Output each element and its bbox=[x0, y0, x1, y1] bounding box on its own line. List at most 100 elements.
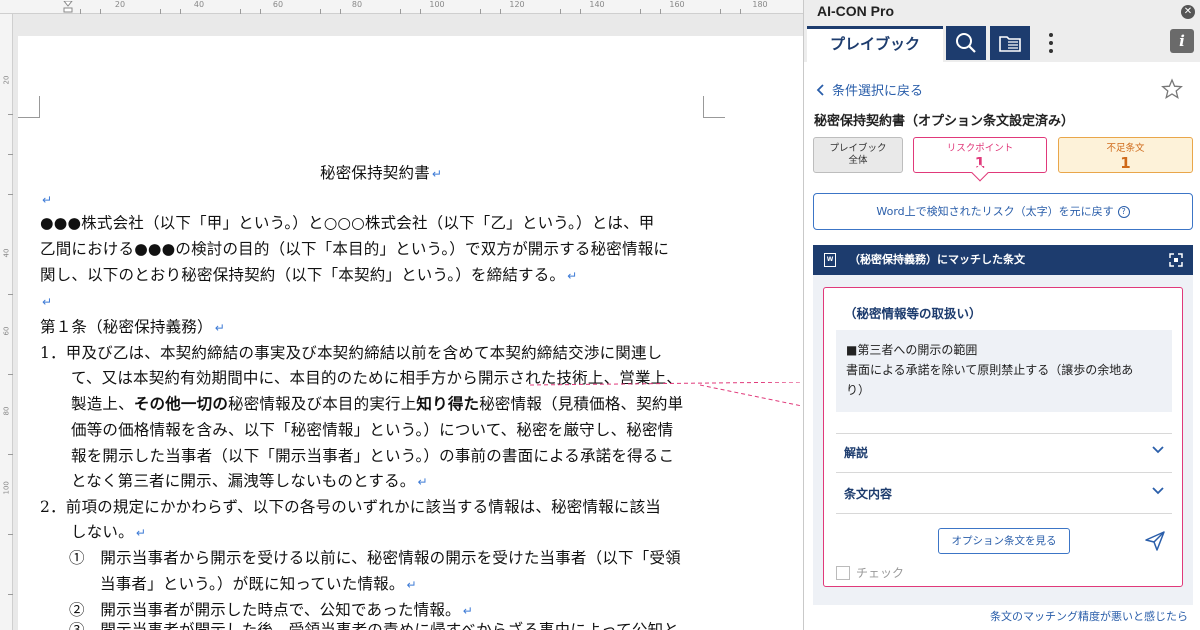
risk-bold-text[interactable]: 知り得た bbox=[416, 395, 479, 413]
summary-line: ■第三者への開示の範囲 bbox=[846, 343, 978, 357]
word-doc-icon: W bbox=[824, 253, 836, 267]
more-options-icon[interactable] bbox=[1044, 30, 1058, 56]
intro-line: 乙間における●●●の検討の目的（以下「本目的」という。）で双方が開示する秘密情報… bbox=[40, 240, 670, 258]
paragraph-mark: ↵ bbox=[42, 193, 53, 207]
clause-content-accordion[interactable]: 条文内容 bbox=[844, 485, 1164, 502]
crop-mark bbox=[703, 96, 725, 118]
tab-playbook[interactable]: プレイブック bbox=[807, 26, 943, 62]
chevron-left-icon bbox=[816, 83, 824, 96]
paragraph-mark: ↵ bbox=[417, 475, 428, 489]
clause-line: 2．前項の規定にかかわらず、以下の各号のいずれかに該当する情報は、秘密情報に該当 bbox=[40, 498, 661, 516]
matched-clause-body: （秘密情報等の取扱い） ■第三者への開示の範囲 書面による承諾を除いて原則禁止す… bbox=[813, 275, 1193, 605]
document-title-line: 秘密保持契約書 ↵ bbox=[320, 160, 442, 186]
empty-line: ↵ bbox=[40, 288, 52, 314]
summary-line: り） bbox=[846, 383, 871, 397]
ruler-label: 20 bbox=[114, 0, 126, 9]
paragraph-mark: ↵ bbox=[406, 578, 417, 592]
paragraph-mark: ↵ bbox=[462, 604, 473, 618]
tab-search[interactable] bbox=[946, 26, 986, 60]
ruler-label: 60 bbox=[272, 0, 284, 9]
ruler-label: 40 bbox=[2, 248, 11, 258]
intro-text: 関し、以下のとおり秘密保持契約（以下「本契約」という。）を締結する。 bbox=[40, 266, 566, 284]
explanation-label: 解説 bbox=[844, 446, 869, 460]
word-document-area: 20 40 60 80 100 120 140 160 180 20 40 60… bbox=[0, 0, 803, 630]
chevron-down-icon bbox=[1152, 446, 1164, 454]
divider bbox=[836, 433, 1172, 434]
ruler-label: 40 bbox=[193, 0, 205, 9]
intro-line: ●●●株式会社（以下「甲」という。）と○○○株式会社（以下「乙」という。）とは、… bbox=[40, 214, 655, 232]
panel-titlebar: AI-CON Pro ✕ bbox=[804, 0, 1200, 24]
view-option-clause-button[interactable]: オプション条文を見る bbox=[938, 528, 1070, 554]
crop-mark bbox=[18, 96, 40, 118]
ai-con-panel: AI-CON Pro ✕ プレイブック i 条件選択に戻る 秘密保持契約書（オプ… bbox=[803, 0, 1200, 630]
app-name: AI-CON Pro bbox=[817, 3, 894, 19]
help-icon[interactable]: ? bbox=[1117, 206, 1130, 218]
clause-text: となく第三者に開示、漏洩等しないものとする。 bbox=[71, 472, 416, 490]
check-toggle[interactable]: チェック bbox=[836, 564, 904, 581]
document-title: 秘密保持契約書 bbox=[320, 164, 430, 182]
indent-marker-icon[interactable] bbox=[63, 1, 73, 13]
divider bbox=[836, 513, 1172, 514]
info-icon[interactable]: i bbox=[1170, 29, 1194, 53]
search-icon bbox=[956, 33, 976, 53]
ruler-label: 100 bbox=[2, 481, 11, 495]
tab-folder[interactable] bbox=[990, 26, 1030, 60]
clause-text: 秘密情報（見積価格、契約単 bbox=[479, 395, 684, 413]
clause-card: （秘密情報等の取扱い） ■第三者への開示の範囲 書面による承諾を除いて原則禁止す… bbox=[823, 287, 1183, 587]
contract-title: 秘密保持契約書（オプション条文設定済み） bbox=[814, 114, 1075, 129]
ruler-label: 80 bbox=[351, 0, 363, 9]
clause-line: 1．甲及び乙は、本契約締結の事実及び本契約締結以前を含めて本契約締結交渉に関連し bbox=[40, 344, 663, 362]
ruler-label: 140 bbox=[589, 0, 605, 9]
vertical-ruler[interactable]: 20 40 60 80 100 bbox=[0, 14, 13, 630]
horizontal-ruler[interactable]: 20 40 60 80 100 120 140 160 180 bbox=[0, 0, 803, 14]
article-heading-text: 第１条（秘密保持義務） bbox=[40, 318, 213, 336]
empty-line: ↵ bbox=[40, 186, 52, 212]
back-to-conditions-link[interactable]: 条件選択に戻る bbox=[816, 80, 923, 99]
paragraph-mark: ↵ bbox=[567, 269, 578, 283]
check-checkbox[interactable] bbox=[836, 565, 850, 580]
clause-line: しない。 ↵ bbox=[71, 519, 146, 545]
item-line: ① 開示当事者から開示を受ける以前に、秘密情報の開示を受けた当事者（以下「受領 bbox=[69, 549, 681, 567]
paragraph-mark: ↵ bbox=[42, 295, 53, 309]
restore-label: Word上で検知されたリスク（太字）を元に戻す bbox=[876, 205, 1114, 218]
explanation-accordion[interactable]: 解説 bbox=[844, 444, 1164, 461]
summary-line: 書面による承諾を除いて原則禁止する（譲歩の余地あ bbox=[846, 363, 1134, 377]
ruler-label: 20 bbox=[2, 75, 11, 85]
clause-line: 価等の価格情報を含み、以下「秘密情報」という。）について、秘密を厳守し、秘密情 bbox=[71, 421, 674, 439]
restore-risk-button[interactable]: Word上で検知されたリスク（太字）を元に戻す? bbox=[813, 193, 1193, 230]
chevron-down-icon bbox=[1152, 487, 1164, 495]
star-icon[interactable] bbox=[1161, 78, 1183, 100]
card-label: プレイブック bbox=[829, 143, 887, 154]
ruler-label: 160 bbox=[669, 0, 685, 9]
ruler-label: 80 bbox=[2, 406, 11, 416]
folder-icon bbox=[999, 36, 1021, 52]
item-line: ③ 開示当事者が開示した後、受領当事者の責めに帰すべからざる事由によって公知と bbox=[69, 621, 679, 630]
missing-clause-card[interactable]: 不足条文 1 bbox=[1058, 137, 1193, 173]
clause-text: しない。 bbox=[71, 523, 134, 541]
clause-line: 報を開示した当事者（以下「開示当事者」という。）の事前の書面による承諾を得るこ bbox=[71, 447, 675, 465]
playbook-all-card[interactable]: プレイブック 全体 bbox=[813, 137, 903, 173]
divider bbox=[836, 472, 1172, 473]
paragraph-mark: ↵ bbox=[135, 526, 147, 540]
item-text: 当事者」という。）が既に知っていた情報。 bbox=[100, 575, 405, 593]
matching-feedback-link[interactable]: 条文のマッチング精度が悪いと感じたら bbox=[990, 608, 1188, 624]
ruler-label: 60 bbox=[2, 326, 11, 336]
clause-heading: （秘密情報等の取扱い） bbox=[844, 306, 982, 321]
matched-clause-title: （秘密保持義務）にマッチした条文 bbox=[849, 253, 1025, 266]
check-label: チェック bbox=[856, 566, 905, 580]
paragraph-mark: ↵ bbox=[431, 167, 443, 181]
ruler-label: 180 bbox=[752, 0, 768, 9]
paragraph-mark: ↵ bbox=[214, 321, 225, 335]
clause-line-risk: 製造上、その他一切の秘密情報及び本目的実行上知り得た秘密情報（見積価格、契約単 bbox=[71, 391, 683, 417]
matched-clause-header: W （秘密保持義務）にマッチした条文 bbox=[813, 245, 1193, 275]
risk-bold-text[interactable]: その他一切の bbox=[134, 395, 228, 413]
article-heading: 第１条（秘密保持義務） ↵ bbox=[40, 314, 225, 340]
risk-point-card[interactable]: リスクポイント 1 bbox=[913, 137, 1047, 182]
ruler-label: 100 bbox=[429, 0, 445, 9]
ruler-label: 120 bbox=[509, 0, 525, 9]
expand-icon[interactable] bbox=[1169, 253, 1183, 267]
back-label: 条件選択に戻る bbox=[832, 84, 924, 99]
panel-tabbar: プレイブック i bbox=[804, 24, 1200, 62]
send-icon[interactable] bbox=[1144, 530, 1166, 552]
close-icon[interactable]: ✕ bbox=[1181, 5, 1195, 19]
